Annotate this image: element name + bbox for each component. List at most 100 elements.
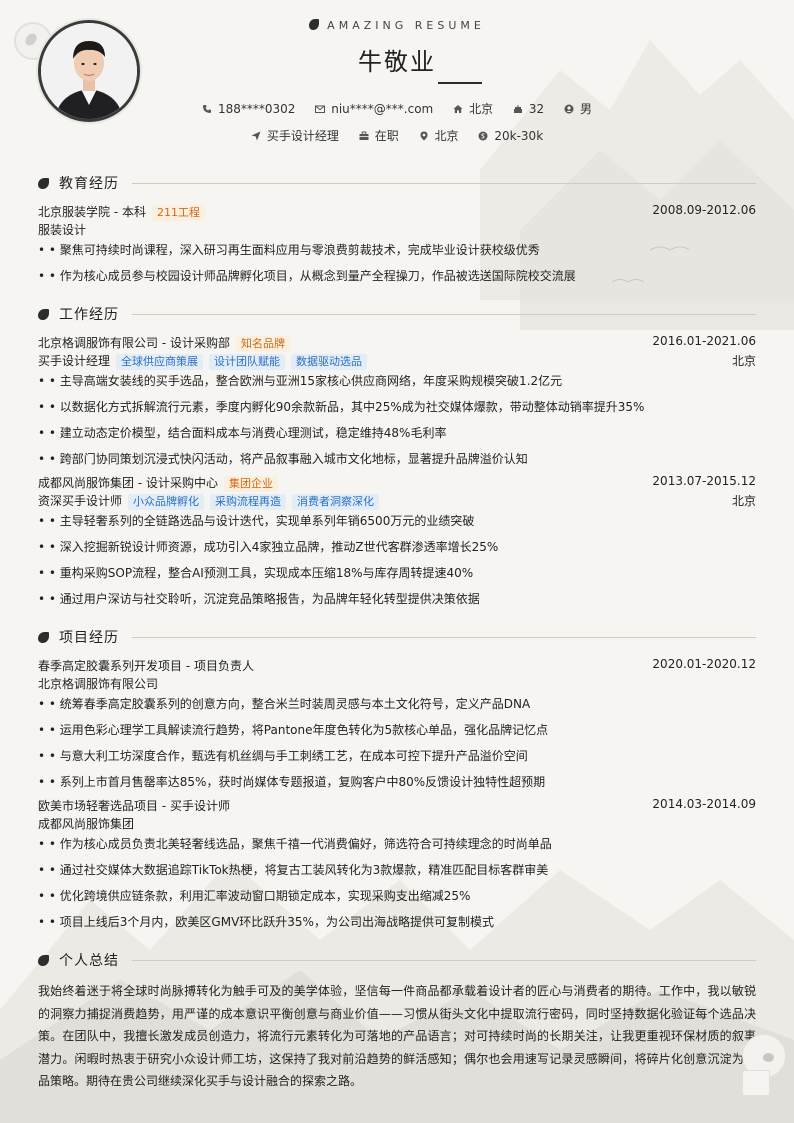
age-text: 32 bbox=[528, 102, 545, 116]
target-city-text: 北京 bbox=[434, 129, 459, 143]
section-work: 工作经历 bbox=[38, 304, 756, 324]
work-city: 北京 bbox=[731, 494, 756, 508]
work-role-row: 资深买手设计师 小众品牌孵化 采购流程再造 消费者洞察深化 北京 bbox=[38, 492, 756, 510]
education-major-row: 服装设计 bbox=[38, 221, 756, 239]
skill-tag: 消费者洞察深化 bbox=[292, 494, 380, 510]
school-tag: 211工程 bbox=[151, 205, 205, 221]
company-line: 北京格调服饰有限公司 - 设计采购部 知名品牌 bbox=[38, 334, 290, 352]
section-summary: 个人总结 bbox=[38, 950, 756, 970]
skill-tag: 小众品牌孵化 bbox=[128, 494, 205, 510]
status-text: 在职 bbox=[374, 129, 399, 143]
skill-tag: 设计团队赋能 bbox=[209, 354, 286, 370]
major-name: 服装设计 bbox=[38, 223, 87, 237]
education-entry-head: 北京服装学院 - 本科 211工程 2008.09-2012.06 bbox=[38, 203, 756, 221]
list-item: • • 聚焦可持续时尚课程，深入研习再生面料应用与零浪费剪裁技术，完成毕业设计获… bbox=[38, 243, 540, 257]
list-item: • • 作为核心成员负责北美轻奢线选品，聚焦千禧一代消费偏好，筛选符合可持续理念… bbox=[38, 837, 552, 851]
role-line: 买手设计经理 全球供应商策展 设计团队赋能 数据驱动选品 bbox=[38, 352, 368, 370]
leaf-icon bbox=[38, 178, 49, 189]
work-entry-head: 成都风尚服饰集团 - 设计采购中心 集团企业 2013.07-2015.12 bbox=[38, 474, 756, 492]
role-name: 资深买手设计师 bbox=[38, 494, 123, 508]
list-item: • • 深入挖掘新锐设计师资源，成功引入4家独立品牌，推动Z世代客群渗透率增长2… bbox=[38, 540, 499, 554]
list-item: • • 跨部门协同策划沉浸式快闪活动，将产品叙事融入城市文化地标，显著提升品牌溢… bbox=[38, 452, 528, 466]
section-title-text: 个人总结 bbox=[59, 953, 119, 969]
job-intent-row: 买手设计经理 在职 北京 20k-30k bbox=[0, 127, 794, 144]
work-city: 北京 bbox=[731, 354, 756, 368]
skill-tag: 数据驱动选品 bbox=[291, 354, 368, 370]
list-item: • • 与意大利工坊深度合作，甄选有机丝绸与手工刺绣工艺，在成本可控下提升产品溢… bbox=[38, 749, 528, 763]
company-name: 北京格调服饰有限公司 - 设计采购部 bbox=[38, 336, 230, 350]
list-item: • • 统筹春季高定胶囊系列的创意方向，整合米兰时装周灵感与本土文化符号，定义产… bbox=[38, 697, 531, 711]
leaf-icon bbox=[309, 19, 320, 30]
list-item: • • 通过社交媒体大数据追踪TikTok热梗，将复古工装风转化为3款爆款，精准… bbox=[38, 863, 549, 877]
cake-icon bbox=[513, 105, 522, 113]
section-title-text: 工作经历 bbox=[59, 307, 119, 323]
work-entry-head: 北京格调服饰有限公司 - 设计采购部 知名品牌 2016.01-2021.06 bbox=[38, 334, 756, 352]
send-icon bbox=[251, 131, 261, 141]
leaf-icon bbox=[38, 632, 49, 643]
project-org: 成都风尚服饰集团 bbox=[38, 817, 135, 831]
hometown-text: 北京 bbox=[469, 102, 494, 116]
list-item: • • 主导高端女装线的买手选品，整合欧洲与亚洲15家核心供应商网络，年度采购规… bbox=[38, 374, 563, 388]
project-org-row: 成都风尚服饰集团 bbox=[38, 815, 756, 833]
gender-text: 男 bbox=[580, 102, 593, 116]
skill-tag: 采购流程再造 bbox=[210, 494, 287, 510]
briefcase-icon bbox=[359, 131, 369, 140]
name-underline bbox=[438, 82, 482, 84]
candidate-name: 牛敬业 bbox=[358, 48, 436, 76]
list-item: • • 建立动态定价模型，结合面料成本与消费心理测试，稳定维持48%毛利率 bbox=[38, 426, 447, 440]
home-icon bbox=[453, 105, 463, 113]
section-divider bbox=[132, 960, 756, 961]
section-project: 项目经历 bbox=[38, 627, 756, 647]
salary-icon bbox=[478, 131, 488, 141]
project-org: 北京格调服饰有限公司 bbox=[38, 677, 159, 691]
leaf-icon bbox=[38, 955, 49, 966]
project-entry-head: 春季高定胶囊系列开发项目 - 项目负责人 2020.01-2020.12 bbox=[38, 657, 756, 675]
company-name: 成都风尚服饰集团 - 设计采购中心 bbox=[38, 476, 218, 490]
project-date: 2020.01-2020.12 bbox=[652, 657, 756, 671]
hometown-info: 北京 bbox=[453, 100, 493, 117]
target-role-text: 买手设计经理 bbox=[266, 129, 339, 143]
phone-icon bbox=[202, 105, 211, 113]
contact-row: 188****0302 niu****@***.com 北京 32 男 bbox=[0, 100, 794, 117]
age-info: 32 bbox=[513, 102, 544, 116]
company-tag: 知名品牌 bbox=[235, 336, 290, 352]
list-item: • • 作为核心成员参与校园设计师品牌孵化项目，从概念到量产全程操刀，作品被选送… bbox=[38, 269, 576, 283]
section-title-text: 项目经历 bbox=[59, 630, 119, 646]
email-info: niu****@***.com bbox=[315, 102, 433, 116]
resume-page: AMAZING RESUME 牛敬业 188****0302 niu****@*… bbox=[0, 0, 794, 1123]
gender-info: 男 bbox=[564, 100, 592, 117]
target-city-info: 北京 bbox=[419, 127, 459, 144]
section-title-text: 教育经历 bbox=[59, 176, 119, 192]
education-date: 2008.09-2012.06 bbox=[652, 203, 756, 217]
phone-info: 188****0302 bbox=[202, 102, 295, 116]
section-divider bbox=[132, 183, 756, 184]
brand-tagline: AMAZING RESUME bbox=[0, 19, 794, 32]
decor-square-bottom-right bbox=[742, 1070, 770, 1096]
mail-icon bbox=[315, 105, 326, 113]
salary-info: 20k-30k bbox=[478, 129, 543, 143]
list-item: • • 项目上线后3个月内，欧美区GMV环比跃升35%，为公司出海战略提供可复制… bbox=[38, 915, 494, 929]
project-title: 春季高定胶囊系列开发项目 - 项目负责人 bbox=[38, 659, 254, 673]
work-role-row: 买手设计经理 全球供应商策展 设计团队赋能 数据驱动选品 北京 bbox=[38, 352, 756, 370]
skill-tag: 全球供应商策展 bbox=[116, 354, 204, 370]
summary-text: 我始终着迷于将全球时尚脉搏转化为触手可及的美学体验，坚信每一件商品都承载着设计者… bbox=[38, 984, 756, 1088]
work-date: 2016.01-2021.06 bbox=[652, 334, 756, 348]
list-item: • • 以数据化方式拆解流行元素，季度内孵化90余款新品，其中25%成为社交媒体… bbox=[38, 400, 645, 414]
email-text: niu****@***.com bbox=[331, 102, 434, 116]
gender-icon bbox=[564, 104, 574, 114]
list-item: • • 运用色彩心理学工具解读流行趋势，将Pantone年度色转化为5款核心单品… bbox=[38, 723, 549, 737]
list-item: • • 优化跨境供应链条款，利用汇率波动窗口期锁定成本，实现采购支出缩减25% bbox=[38, 889, 471, 903]
school-name: 北京服装学院 - 本科 bbox=[38, 205, 146, 219]
phone-text: 188****0302 bbox=[217, 102, 296, 116]
list-item: • • 通过用户深访与社交聆听，沉淀竞品策略报告，为品牌年轻化转型提供决策依据 bbox=[38, 592, 480, 606]
leaf-icon bbox=[38, 309, 49, 320]
section-divider bbox=[132, 314, 756, 315]
project-org-row: 北京格调服饰有限公司 bbox=[38, 675, 756, 693]
list-item: • • 系列上市首月售罄率达85%，获时尚媒体专题报道，复购客户中80%反馈设计… bbox=[38, 775, 546, 789]
work-date: 2013.07-2015.12 bbox=[652, 474, 756, 488]
list-item: • • 重构采购SOP流程，整合AI预测工具，实现成本压缩18%与库存周转提速4… bbox=[38, 566, 474, 580]
project-entry-head: 欧美市场轻奢选品项目 - 买手设计师 2014.03-2014.09 bbox=[38, 797, 756, 815]
list-item: • • 主导轻奢系列的全链路选品与设计迭代，实现单系列年销6500万元的业绩突破 bbox=[38, 514, 475, 528]
target-role-info: 买手设计经理 bbox=[251, 127, 339, 144]
company-line: 成都风尚服饰集团 - 设计采购中心 集团企业 bbox=[38, 474, 278, 492]
